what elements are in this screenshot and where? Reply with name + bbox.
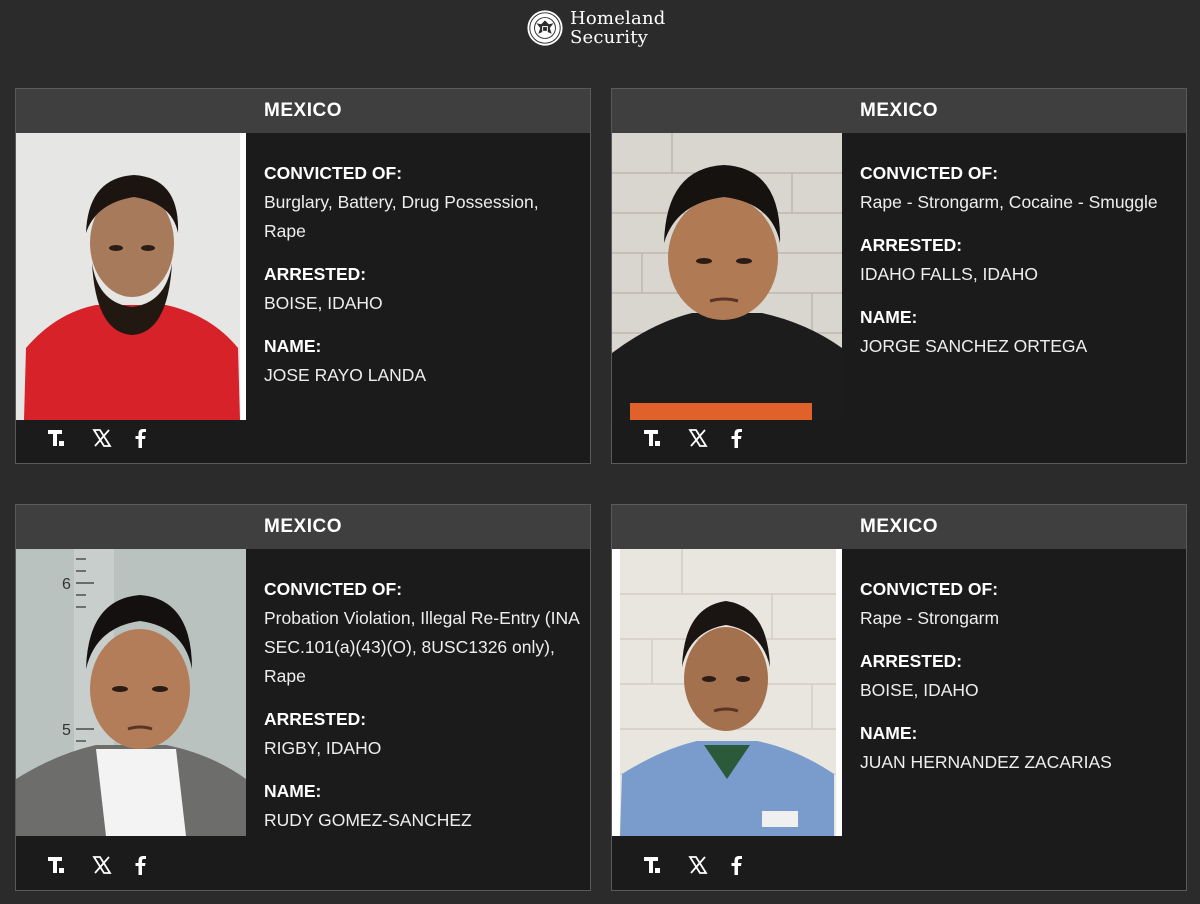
share-bar: [48, 425, 146, 451]
name-label: NAME:: [860, 723, 918, 743]
convicted-label: CONVICTED OF:: [860, 163, 999, 183]
x-icon[interactable]: [92, 852, 112, 878]
card-country: MEXICO: [612, 505, 1186, 549]
share-bar: [48, 852, 146, 878]
convicted-label: CONVICTED OF:: [860, 579, 999, 599]
card-details: CONVICTED OF: Rape - Strongarm ARRESTED:…: [860, 575, 1175, 791]
name-value: JORGE SANCHEZ ORTEGA: [860, 336, 1088, 356]
arrested-value: BOISE, IDAHO: [860, 680, 979, 700]
truth-social-icon[interactable]: [48, 425, 70, 451]
card-country: MEXICO: [16, 505, 590, 549]
dhs-logo[interactable]: Homeland Security: [526, 9, 665, 47]
card-details: CONVICTED OF: Rape - Strongarm, Cocaine …: [860, 159, 1175, 375]
facebook-icon[interactable]: [134, 852, 146, 878]
facebook-icon[interactable]: [730, 425, 742, 451]
mugshot-photo: [16, 133, 246, 420]
convicted-value: Rape - Strongarm: [860, 608, 1000, 628]
card-details: CONVICTED OF: Probation Violation, Illeg…: [264, 575, 579, 849]
arrested-label: ARRESTED:: [860, 235, 963, 255]
name-label: NAME:: [264, 781, 322, 801]
arrested-label: ARRESTED:: [264, 709, 367, 729]
logo-wordmark: Homeland Security: [570, 9, 665, 47]
mugshot-photo: [612, 549, 842, 836]
x-icon[interactable]: [688, 852, 708, 878]
profile-card-1: MEXICO CONVICTED OF: Burglary, Battery, …: [15, 88, 591, 464]
arrested-value: BOISE, IDAHO: [264, 293, 383, 313]
x-icon[interactable]: [688, 425, 708, 451]
convicted-label: CONVICTED OF:: [264, 579, 403, 599]
profile-card-3: MEXICO 6 5 CONVICTED OF: Probation Viola…: [15, 504, 591, 891]
card-details: CONVICTED OF: Burglary, Battery, Drug Po…: [264, 159, 579, 404]
truth-social-icon[interactable]: [644, 425, 666, 451]
convicted-label: CONVICTED OF:: [264, 163, 403, 183]
dhs-seal-icon: [527, 10, 563, 46]
facebook-icon[interactable]: [730, 852, 742, 878]
convicted-value: Probation Violation, Illegal Re-Entry (I…: [264, 608, 579, 686]
facebook-icon[interactable]: [134, 425, 146, 451]
share-bar: [644, 852, 742, 878]
arrested-value: IDAHO FALLS, IDAHO: [860, 264, 1038, 284]
mugshot-photo: [612, 133, 842, 420]
svg-text:6: 6: [62, 576, 71, 593]
arrested-value: RIGBY, IDAHO: [264, 738, 382, 758]
logo-line-2: Security: [570, 27, 649, 48]
page-header: Homeland Security: [0, 0, 1200, 62]
name-value: JOSE RAYO LANDA: [264, 365, 427, 385]
convicted-value: Burglary, Battery, Drug Possession, Rape: [264, 192, 539, 241]
name-label: NAME:: [860, 307, 918, 327]
profile-card-4: MEXICO CONVICTED OF: Rape - Strongarm AR…: [611, 504, 1187, 891]
mugshot-photo: 6 5: [16, 549, 246, 836]
profile-card-2: MEXICO CONVICTED OF: Rape - Strongarm, C…: [611, 88, 1187, 464]
arrested-label: ARRESTED:: [264, 264, 367, 284]
name-value: RUDY GOMEZ-SANCHEZ: [264, 810, 472, 830]
card-country: MEXICO: [16, 89, 590, 133]
truth-social-icon[interactable]: [48, 852, 70, 878]
name-label: NAME:: [264, 336, 322, 356]
name-value: JUAN HERNANDEZ ZACARIAS: [860, 752, 1112, 772]
logo-line-1: Homeland: [570, 8, 666, 29]
x-icon[interactable]: [92, 425, 112, 451]
svg-text:5: 5: [62, 722, 71, 739]
arrested-label: ARRESTED:: [860, 651, 963, 671]
share-bar: [644, 425, 742, 451]
truth-social-icon[interactable]: [644, 852, 666, 878]
convicted-value: Rape - Strongarm, Cocaine - Smuggle: [860, 192, 1158, 212]
card-country: MEXICO: [612, 89, 1186, 133]
